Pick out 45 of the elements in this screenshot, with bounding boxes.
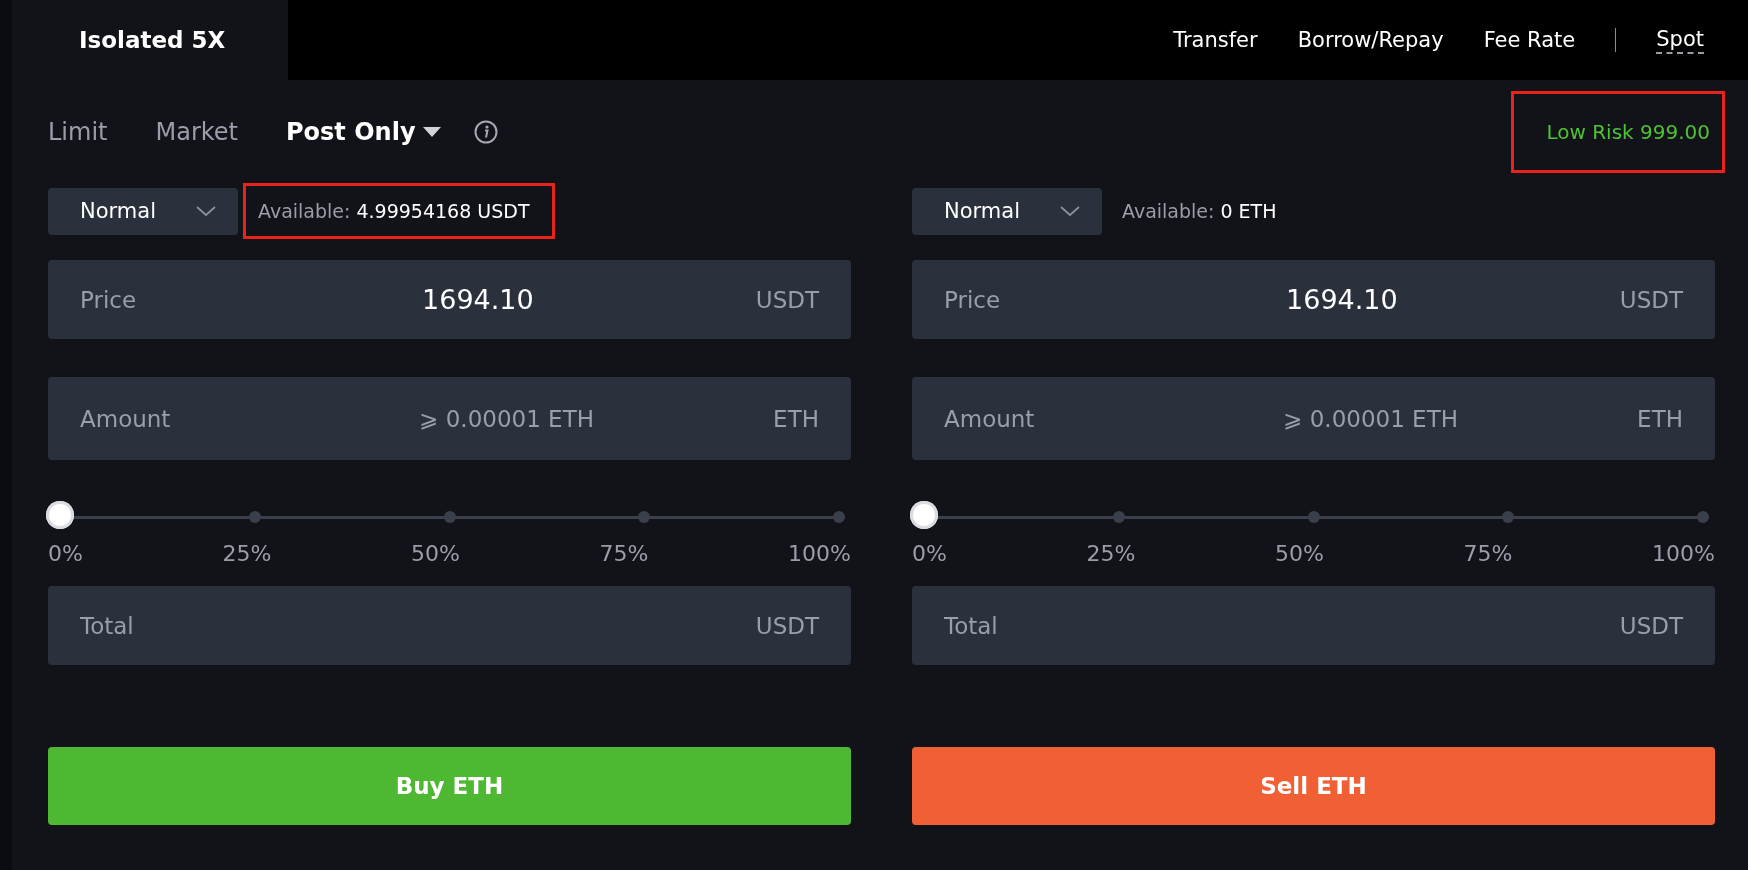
slider-step[interactable] [443, 511, 456, 523]
slider-step[interactable] [1697, 511, 1709, 523]
total-field[interactable]: Total USDT [912, 586, 1715, 665]
slider-step[interactable] [1502, 511, 1515, 523]
available-balance: Available: 0 ETH [1121, 199, 1278, 224]
slider-step[interactable] [638, 511, 651, 523]
slider-step[interactable] [1112, 511, 1125, 523]
chevron-icon [1060, 205, 1080, 217]
slider-step[interactable] [248, 511, 261, 523]
mode-dropdown[interactable]: Normal [48, 187, 238, 235]
slider-thumb[interactable] [46, 501, 74, 529]
percent-label: 75% [599, 541, 649, 566]
percent-label: 100% [1652, 541, 1715, 566]
percent-label: 0% [48, 541, 83, 566]
risk-indicator: Low Risk 999.00 [1511, 91, 1725, 173]
available-balance: Available: 4.99954168 USDT [243, 183, 555, 239]
account-tab[interactable]: Isolated 5X [12, 0, 288, 80]
percent-label: 0% [912, 541, 947, 566]
mode-dropdown[interactable]: Normal [912, 187, 1102, 235]
percent-label: 25% [1086, 541, 1136, 566]
spot-link[interactable]: Spot [1656, 26, 1704, 54]
amount-field[interactable]: Amount ⩾ 0.00001 ETH ETH [912, 377, 1715, 460]
triangle-icon [421, 125, 442, 139]
order-type-tab[interactable]: Limit [48, 118, 108, 146]
header-link[interactable]: Fee Rate [1483, 28, 1576, 52]
slider-step[interactable] [833, 511, 845, 523]
total-field[interactable]: Total USDT [48, 586, 851, 665]
slider-thumb[interactable] [910, 501, 938, 529]
amount-input[interactable]: ⩾ 0.00001 ETH [1124, 404, 1618, 433]
header-link[interactable]: Transfer [1173, 28, 1258, 52]
order-type-tab[interactable]: Market [155, 118, 238, 146]
amount-field[interactable]: Amount ⩾ 0.00001 ETH ETH [48, 377, 851, 460]
chevron-icon [196, 205, 216, 217]
order-type-tab[interactable]: Post Only [286, 118, 442, 146]
percent-label: 50% [411, 541, 460, 566]
percent-label: 75% [1463, 541, 1513, 566]
amount-input[interactable]: ⩾ 0.00001 ETH [260, 404, 754, 433]
percent-label: 25% [222, 541, 272, 566]
slider-step[interactable] [1307, 511, 1320, 523]
price-field[interactable]: Price 1694.10 USDT [912, 260, 1715, 339]
percent-label: 100% [788, 541, 851, 566]
info-icon [473, 120, 498, 144]
price-field[interactable]: Price 1694.10 USDT [48, 260, 851, 339]
header-link[interactable]: Borrow/Repay [1297, 28, 1444, 52]
percent-label: 50% [1275, 541, 1324, 566]
